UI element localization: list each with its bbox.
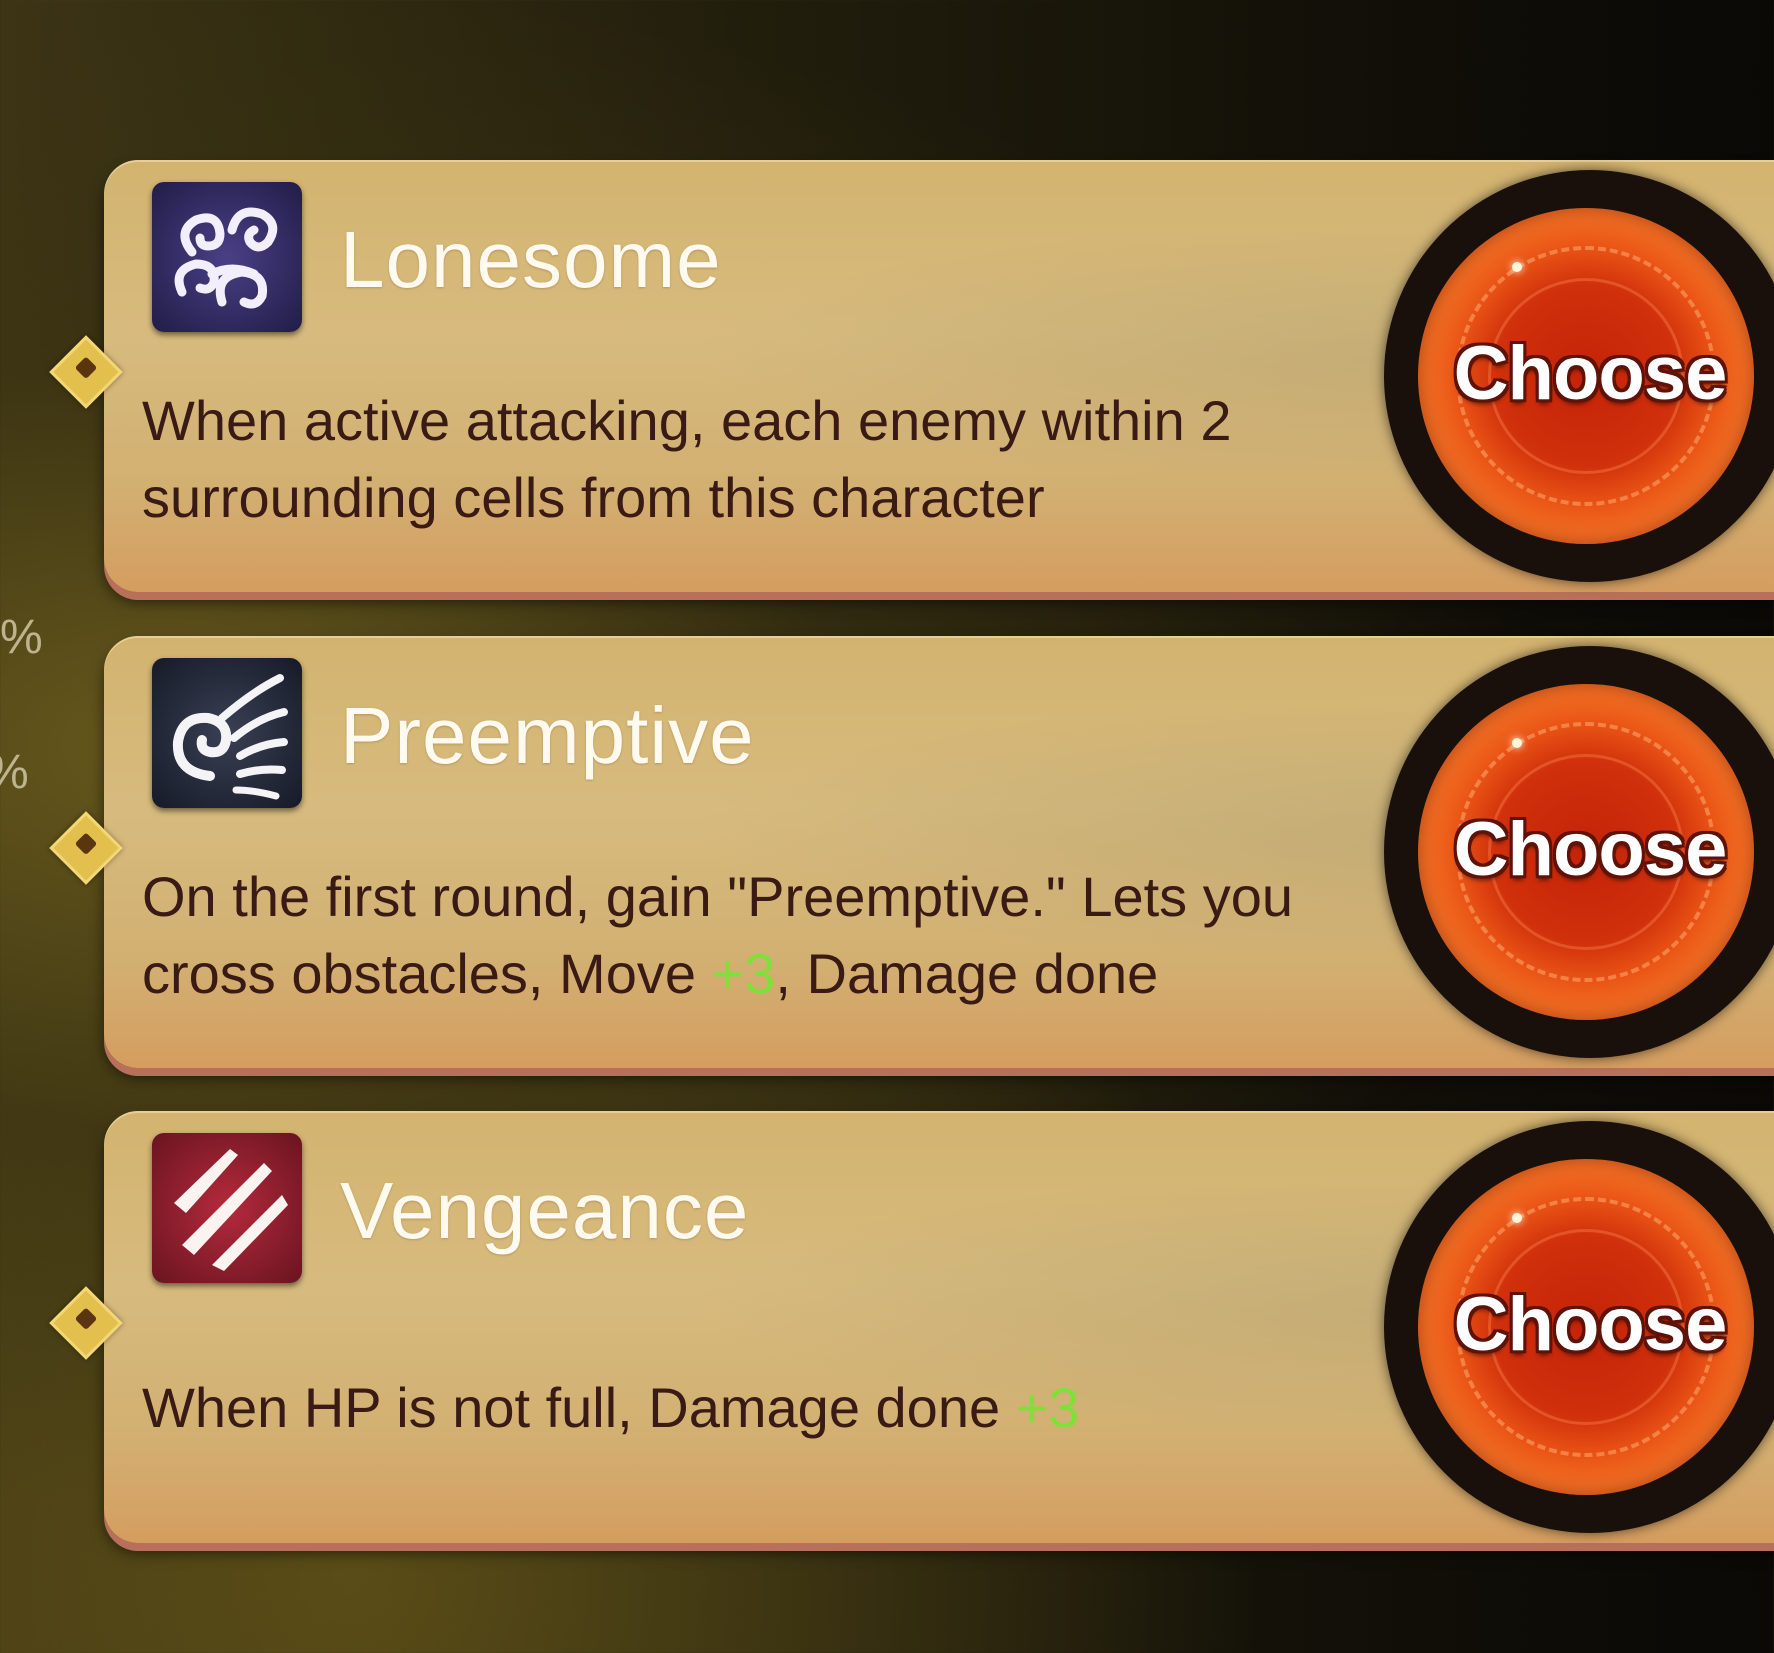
choose-button-label: Choose <box>1453 331 1728 416</box>
skill-description: On the first round, gain "Preemptive." L… <box>142 858 1392 1012</box>
diamond-marker-icon <box>49 1286 123 1360</box>
claw-slash-icon <box>152 1133 302 1283</box>
description-text: , Damage done <box>775 942 1159 1005</box>
diamond-marker-icon <box>49 811 123 885</box>
choose-button-label: Choose <box>1453 1282 1728 1367</box>
sparkle-icon <box>1512 262 1522 272</box>
choose-button-vengeance[interactable]: Choose <box>1280 1111 1774 1543</box>
skill-name: Lonesome <box>340 215 722 304</box>
sparkle-icon <box>1512 738 1522 748</box>
description-text: When HP is not full, Damage done <box>142 1376 1016 1439</box>
side-readout-2: % <box>0 745 29 800</box>
wing-swirl-icon <box>152 658 302 808</box>
skill-description: When HP is not full, Damage done +3 <box>142 1369 1392 1446</box>
sparkle-icon <box>1512 1213 1522 1223</box>
choose-button-label: Choose <box>1453 807 1728 892</box>
diamond-marker-icon <box>49 335 123 409</box>
cloud-swirl-icon <box>152 182 302 332</box>
skill-description: When active attacking, each enemy within… <box>142 382 1392 536</box>
side-readout-1: % <box>0 611 43 664</box>
choose-button-lonesome[interactable]: Choose <box>1280 160 1774 592</box>
description-text: When active attacking, each enemy within… <box>142 389 1232 529</box>
skill-name: Preemptive <box>340 691 755 780</box>
choose-button-preemptive[interactable]: Choose <box>1280 636 1774 1068</box>
bonus-value: +3 <box>711 942 776 1005</box>
skill-name: Vengeance <box>340 1166 750 1255</box>
bonus-value: +3 <box>1015 1376 1080 1439</box>
